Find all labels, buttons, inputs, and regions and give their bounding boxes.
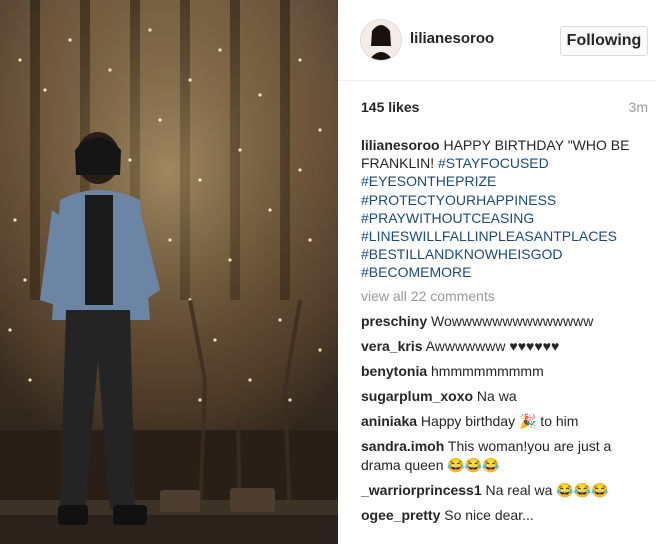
post-photo[interactable] <box>0 0 338 544</box>
comment-username[interactable]: sugarplum_xoxo <box>361 388 473 404</box>
post-photo-image <box>0 0 338 544</box>
hashtag-link[interactable]: #PRAYWITHOUTCEASING <box>361 209 651 227</box>
post-details-panel: lilianesoroo Following 145 likes 3m lili… <box>338 0 656 544</box>
post-username[interactable]: lilianesoroo <box>410 30 494 47</box>
comment-item: aniniaka Happy birthday 🎉 to him <box>361 412 651 431</box>
comment-item: benytonia hmmmmmmmmm <box>361 362 651 381</box>
comment-username[interactable]: ogee_pretty <box>361 507 440 523</box>
comment-text: Wowwwwwwwwwwwwww <box>431 313 594 329</box>
following-button[interactable]: Following <box>560 26 648 56</box>
hashtag-link[interactable]: #PROTECTYOURHAPPINESS <box>361 191 651 209</box>
comment-text: Na real wa 😂😂😂 <box>485 482 609 498</box>
hashtag-link[interactable]: #STAYFOCUSED <box>438 155 549 171</box>
comment-item: ogee_pretty So nice dear... <box>361 506 651 525</box>
likes-count[interactable]: 145 likes <box>361 99 419 115</box>
comment-item: sugarplum_xoxo Na wa <box>361 387 651 406</box>
comment-text: So nice dear... <box>444 507 534 523</box>
hashtag-link[interactable]: #BECOMEMORE <box>361 263 651 281</box>
comment-username[interactable]: vera_kris <box>361 338 423 354</box>
view-all-comments-link[interactable]: view all 22 comments <box>361 288 495 304</box>
hashtag-link[interactable]: #EYESONTHEPRIZE <box>361 172 651 190</box>
hashtag-link[interactable]: #LINESWILLFALLINPLEASANTPLACES <box>361 227 651 245</box>
instagram-post: lilianesoroo Following 145 likes 3m lili… <box>0 0 656 544</box>
post-timestamp[interactable]: 3m <box>629 99 648 115</box>
profile-avatar-icon <box>361 20 401 60</box>
comment-text: Awwwwwww ♥♥♥♥♥♥ <box>425 338 560 354</box>
comment-item: _warriorprincess1 Na real wa 😂😂😂 <box>361 481 651 500</box>
comment-item: preschiny Wowwwwwwwwwwwwww <box>361 312 651 331</box>
comments-list: preschiny Wowwwwwwwwwwwwww vera_kris Aww… <box>361 312 651 531</box>
comment-text: Na wa <box>476 388 517 404</box>
comment-username[interactable]: aniniaka <box>361 413 417 429</box>
comment-username[interactable]: sandra.imoh <box>361 438 444 454</box>
post-caption: lilianesoroo HAPPY BIRTHDAY "WHO BE FRAN… <box>361 136 651 282</box>
comment-text: hmmmmmmmmm <box>431 363 544 379</box>
comment-text: Happy birthday 🎉 to him <box>420 413 579 429</box>
comment-username[interactable]: preschiny <box>361 313 427 329</box>
hashtag-link[interactable]: #BESTILLANDKNOWHEISGOD <box>361 245 651 263</box>
comment-item: sandra.imoh This woman!you are just a dr… <box>361 437 651 475</box>
post-header: lilianesoroo Following <box>338 0 656 81</box>
avatar[interactable] <box>360 19 402 61</box>
comment-username[interactable]: benytonia <box>361 363 427 379</box>
comment-username[interactable]: _warriorprincess1 <box>361 482 482 498</box>
caption-username[interactable]: lilianesoroo <box>361 137 440 153</box>
comment-item: vera_kris Awwwwwww ♥♥♥♥♥♥ <box>361 337 651 356</box>
